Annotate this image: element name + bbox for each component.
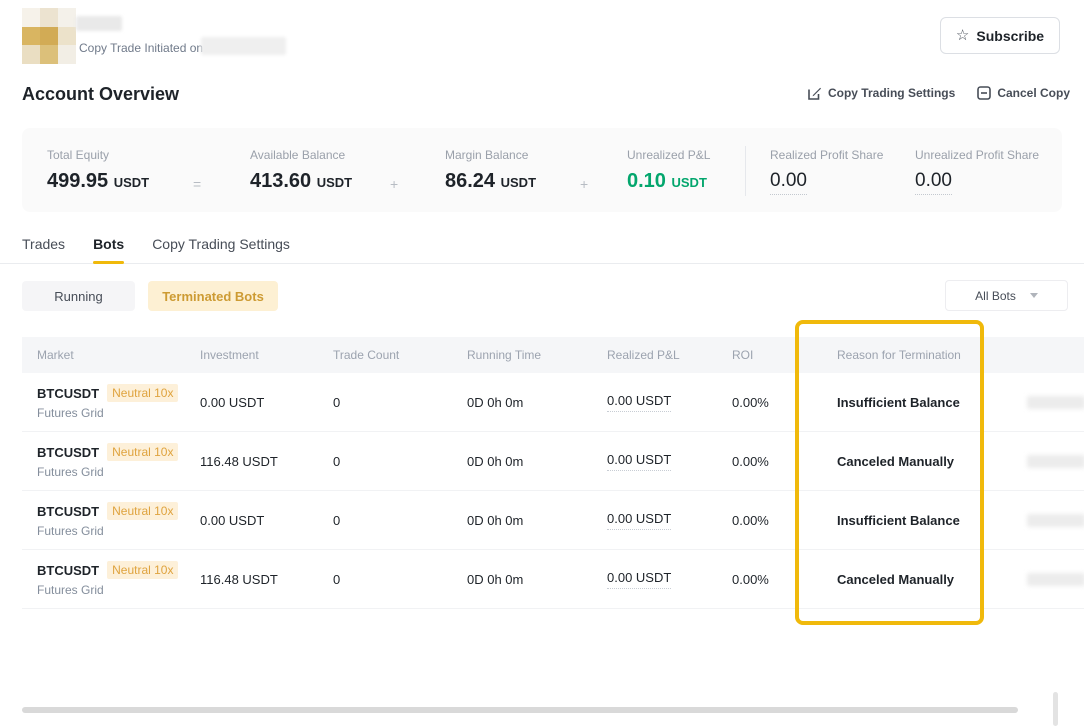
redacted-username: [76, 16, 122, 31]
avatar: [22, 8, 76, 64]
trade-count-value: 0: [318, 572, 452, 587]
trade-count-value: 0: [318, 395, 452, 410]
star-icon: ☆: [956, 28, 969, 43]
leverage-badge: Neutral 10x: [107, 561, 178, 579]
subscribe-label: Subscribe: [976, 28, 1044, 44]
copy-trading-settings-button[interactable]: Copy Trading Settings: [808, 86, 955, 100]
trade-count-value: 0: [318, 513, 452, 528]
cancel-copy-label: Cancel Copy: [997, 86, 1070, 100]
running-time-value: 0D 0h 0m: [452, 513, 592, 528]
page-title: Account Overview: [22, 84, 179, 105]
stat-label: Realized Profit Share: [770, 148, 883, 162]
table-row: BTCUSDT Neutral 10x Futures Grid 116.48 U…: [22, 432, 1084, 491]
running-time-value: 0D 0h 0m: [452, 572, 592, 587]
horizontal-scrollbar[interactable]: [22, 707, 1018, 713]
col-roi: ROI: [717, 348, 822, 362]
redacted-action-link[interactable]: [1027, 455, 1084, 468]
col-trade-count: Trade Count: [318, 348, 452, 362]
vertical-scrollbar[interactable]: [1053, 692, 1058, 726]
table-row: BTCUSDT Neutral 10x Futures Grid 0.00 USD…: [22, 373, 1084, 432]
trade-count-value: 0: [318, 454, 452, 469]
stat-label: Total Equity: [47, 148, 109, 162]
copy-trade-initiated-label: Copy Trade Initiated on: [79, 41, 203, 55]
roi-value: 0.00%: [717, 454, 822, 469]
table-row: BTCUSDT Neutral 10x Futures Grid 116.48 U…: [22, 550, 1084, 609]
plus-operator: +: [580, 176, 588, 192]
chevron-down-icon: [1030, 293, 1038, 298]
realized-pnl-value: 0.00 USDT: [607, 393, 671, 412]
all-bots-dropdown[interactable]: All Bots: [945, 280, 1068, 311]
edit-icon: [808, 86, 822, 100]
all-bots-value: All Bots: [975, 289, 1016, 303]
termination-reason: Insufficient Balance: [822, 513, 1012, 528]
col-reason-for-termination: Reason for Termination: [822, 348, 1012, 362]
investment-value: 116.48 USDT: [185, 454, 318, 469]
market-type: Futures Grid: [37, 583, 185, 597]
col-market: Market: [22, 348, 185, 362]
table-row: BTCUSDT Neutral 10x Futures Grid 0.00 USD…: [22, 491, 1084, 550]
stats-divider: [745, 146, 746, 196]
investment-value: 116.48 USDT: [185, 572, 318, 587]
plus-operator: +: [390, 176, 398, 192]
stat-label: Unrealized Profit Share: [915, 148, 1039, 162]
roi-value: 0.00%: [717, 513, 822, 528]
equals-operator: =: [193, 176, 201, 192]
market-pair: BTCUSDT: [37, 445, 99, 460]
col-running-time: Running Time: [452, 348, 592, 362]
redacted-action-link[interactable]: [1027, 573, 1084, 586]
col-investment: Investment: [185, 348, 318, 362]
tab-copy-trading-settings[interactable]: Copy Trading Settings: [152, 236, 290, 264]
market-pair: BTCUSDT: [37, 563, 99, 578]
subscribe-button[interactable]: ☆ Subscribe: [940, 17, 1060, 54]
minus-square-icon: [977, 86, 991, 100]
market-type: Futures Grid: [37, 406, 185, 420]
market-pair: BTCUSDT: [37, 504, 99, 519]
terminated-bots-table: Market Investment Trade Count Running Ti…: [22, 337, 1084, 609]
realized-pnl-value: 0.00 USDT: [607, 570, 671, 589]
running-time-value: 0D 0h 0m: [452, 395, 592, 410]
roi-value: 0.00%: [717, 395, 822, 410]
termination-reason: Insufficient Balance: [822, 395, 1012, 410]
market-pair: BTCUSDT: [37, 386, 99, 401]
termination-reason: Canceled Manually: [822, 572, 1012, 587]
cancel-copy-button[interactable]: Cancel Copy: [977, 86, 1070, 100]
running-time-value: 0D 0h 0m: [452, 454, 592, 469]
leverage-badge: Neutral 10x: [107, 384, 178, 402]
market-type: Futures Grid: [37, 524, 185, 538]
redacted-action-link[interactable]: [1027, 514, 1084, 527]
termination-reason: Canceled Manually: [822, 454, 1012, 469]
tab-trades[interactable]: Trades: [22, 236, 65, 264]
investment-value: 0.00 USDT: [185, 513, 318, 528]
filter-terminated-bots-button[interactable]: Terminated Bots: [148, 281, 278, 311]
realized-pnl-value: 0.00 USDT: [607, 511, 671, 530]
market-type: Futures Grid: [37, 465, 185, 479]
tab-bots[interactable]: Bots: [93, 236, 124, 264]
account-stats-card: Total Equity 499.95 USDT = Available Bal…: [22, 128, 1062, 212]
leverage-badge: Neutral 10x: [107, 443, 178, 461]
main-tabs: Trades Bots Copy Trading Settings: [0, 236, 1084, 264]
realized-pnl-value: 0.00 USDT: [607, 452, 671, 471]
copy-trading-settings-label: Copy Trading Settings: [828, 86, 955, 100]
filter-running-button[interactable]: Running: [22, 281, 135, 311]
roi-value: 0.00%: [717, 572, 822, 587]
redacted-action-link[interactable]: [1027, 396, 1084, 409]
leverage-badge: Neutral 10x: [107, 502, 178, 520]
stat-label: Available Balance: [250, 148, 345, 162]
stat-label: Margin Balance: [445, 148, 528, 162]
table-header-row: Market Investment Trade Count Running Ti…: [22, 337, 1084, 373]
col-realized-pnl: Realized P&L: [592, 348, 717, 362]
stat-label: Unrealized P&L: [627, 148, 710, 162]
investment-value: 0.00 USDT: [185, 395, 318, 410]
redacted-initiated-date: [201, 37, 286, 55]
